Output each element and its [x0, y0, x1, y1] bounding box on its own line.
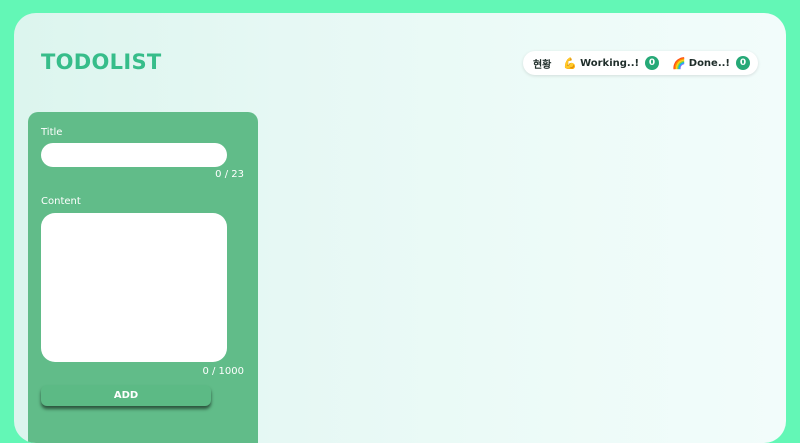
content-label: Content [41, 196, 81, 207]
app-title: TODOLIST [41, 50, 162, 74]
title-label: Title [41, 127, 63, 138]
app-card: TODOLIST 현황 💪 Working..! 0 🌈 Done..! 0 T… [14, 13, 786, 443]
done-count-badge: 0 [736, 56, 750, 70]
working-count-badge: 0 [645, 56, 660, 70]
title-input[interactable] [41, 143, 227, 167]
todo-form: Title 0 / 23 Content 0 / 1000 ADD [28, 112, 258, 443]
working-status: 💪 Working..! 0 [563, 56, 660, 70]
add-button[interactable]: ADD [41, 385, 211, 406]
content-textarea[interactable] [41, 213, 227, 362]
title-char-counter: 0 / 23 [215, 169, 244, 180]
working-label: Working..! [580, 57, 640, 69]
flexed-biceps-icon: 💪 [563, 56, 578, 70]
content-char-counter: 0 / 1000 [202, 366, 244, 377]
rainbow-icon: 🌈 [672, 56, 686, 70]
status-heading: 현황 [532, 59, 552, 71]
status-summary: 현황 💪 Working..! 0 🌈 Done..! 0 [522, 51, 758, 75]
done-label: Done..! [688, 57, 730, 69]
done-status: 🌈 Done..! 0 [672, 56, 750, 70]
